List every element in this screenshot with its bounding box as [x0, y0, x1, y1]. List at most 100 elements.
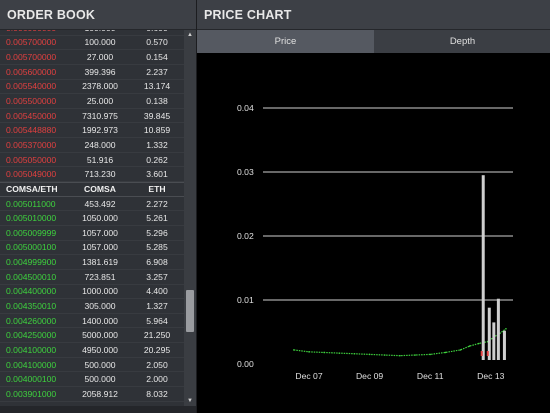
- ask-total: 0.138: [146, 96, 168, 107]
- price-point: [414, 354, 416, 356]
- bid-price: 0.003901000: [6, 388, 57, 399]
- bid-price: 0.004500010: [6, 271, 57, 282]
- bid-order-row[interactable]: 0.003901000 2058.912 8.032: [0, 387, 184, 402]
- price-series-line: [293, 328, 507, 357]
- price-point: [383, 354, 386, 356]
- bid-order-row[interactable]: 0.004500010 723.851 3.257: [0, 270, 184, 285]
- bid-order-row[interactable]: 0.005000100 1057.000 5.285: [0, 241, 184, 256]
- ask-amount: 27.000: [86, 52, 114, 63]
- bid-order-row[interactable]: 0.004350010 305.000 1.327: [0, 299, 184, 314]
- bid-total: 1.327: [146, 300, 168, 311]
- bid-amount: 500.000: [84, 374, 116, 385]
- price-point: [468, 345, 471, 347]
- bid-order-row[interactable]: 0.004400000 1000.000 4.400: [0, 285, 184, 300]
- x-tick-label: Dec 07: [295, 371, 322, 381]
- ask-order-row[interactable]: 0.005370000 248.000 1.332: [0, 138, 184, 153]
- ask-order-row[interactable]: 0.005700000 100.000 0.570: [0, 36, 184, 51]
- ask-order-row[interactable]: 0.005049000 713.230 3.601: [0, 167, 184, 183]
- bid-order-row[interactable]: 0.004260000 1400.000 5.964: [0, 314, 184, 329]
- bid-order-row[interactable]: 0.005011000 453.492 2.272: [0, 197, 184, 212]
- price-point: [459, 349, 462, 351]
- bid-order-row[interactable]: 0.004000100 500.000 2.000: [0, 372, 184, 388]
- ask-total: 0.262: [146, 154, 168, 165]
- ask-amount: 399.396: [84, 66, 116, 77]
- ask-amount: 100.000: [70, 30, 130, 33]
- ask-order-row[interactable]: 0.005500000 25.000 0.138: [0, 94, 184, 109]
- bid-order-row[interactable]: 0.004250000 5000.000 21.250: [0, 328, 184, 344]
- price-chart-title: PRICE CHART: [197, 0, 550, 30]
- scrollbar-thumb[interactable]: [186, 290, 194, 332]
- bid-amount: 2058.912: [82, 388, 118, 399]
- price-point: [338, 352, 341, 354]
- ask-amount: 100.000: [84, 37, 116, 48]
- price-chart-svg: 0.04 0.03 0.02 0.01 0.00 Dec 07 Dec 09 Dec 11 De…: [237, 103, 513, 381]
- price-point: [429, 353, 431, 356]
- bid-price: 0.004000100: [6, 374, 57, 385]
- tab-price[interactable]: Price: [197, 30, 374, 53]
- ask-price: 0.005370000: [6, 139, 57, 150]
- price-point: [293, 349, 295, 351]
- x-tick-label: Dec 11: [417, 371, 444, 381]
- ask-order-row[interactable]: 0.005448880 1992.973 10.859: [0, 123, 184, 139]
- ask-order-row[interactable]: 0.005050000 51.916 0.262: [0, 153, 184, 168]
- ask-total: 39.845: [143, 110, 171, 121]
- price-point: [399, 354, 401, 357]
- price-spike-bar: [492, 322, 496, 360]
- price-point: [477, 342, 480, 345]
- order-book-column-headers: COMSA/ETH COMSA ETH: [0, 182, 184, 197]
- price-chart[interactable]: 0.04 0.03 0.02 0.01 0.00 Dec 07 Dec 09 Dec 11 De…: [197, 53, 550, 413]
- bid-price: 0.004100000: [6, 344, 57, 355]
- ask-order-row[interactable]: 0.005450000 7310.975 39.845: [0, 109, 184, 124]
- bid-total: 5.285: [146, 242, 168, 253]
- ask-total: 13.174: [143, 81, 171, 92]
- bid-order-row[interactable]: 0.004100000 500.000 2.050: [0, 358, 184, 373]
- price-point: [444, 351, 447, 354]
- bid-order-row[interactable]: 0.004999900 1381.619 6.908: [0, 255, 184, 270]
- bid-price: 0.004999900: [6, 257, 57, 268]
- y-tick-label: 0.00: [237, 359, 254, 369]
- ask-price: 0.005600000: [6, 66, 57, 77]
- order-book-scrollbar[interactable]: ▲ ▼: [184, 30, 196, 406]
- bid-amount: 1000.000: [82, 286, 118, 297]
- bid-price: 0.004350010: [6, 300, 57, 311]
- bid-order-row[interactable]: 0.004100000 4950.000 20.295: [0, 343, 184, 358]
- ask-total: 10.859: [143, 125, 171, 136]
- bid-amount: 5000.000: [82, 330, 118, 341]
- tab-depth[interactable]: Depth: [374, 30, 550, 53]
- bid-order-row[interactable]: 0.005010000 1050.000 5.261: [0, 211, 184, 226]
- bid-total: 6.908: [146, 257, 168, 268]
- order-book-panel: ORDER BOOK 0.006000000100.0000.6000.0057…: [0, 0, 196, 413]
- y-tick-label: 0.02: [237, 231, 254, 241]
- bid-total: 8.032: [146, 388, 168, 399]
- ask-total: 1.332: [146, 139, 168, 150]
- ask-price: 0.005050000: [6, 154, 57, 165]
- ask-total: 0.600: [130, 30, 184, 33]
- bid-order-row[interactable]: 0.005009999 1057.000 5.296: [0, 226, 184, 241]
- scroll-down-arrow-icon[interactable]: ▼: [184, 396, 196, 406]
- ask-order-row[interactable]: 0.005540000 2378.000 13.174: [0, 80, 184, 95]
- header-amount: COMSA: [84, 184, 116, 195]
- ask-amount: 51.916: [86, 154, 114, 165]
- bid-price: 0.005011000: [6, 198, 56, 209]
- order-book-scroll-area[interactable]: 0.006000000100.0000.6000.005700000100.00…: [0, 30, 196, 406]
- bid-amount: 500.000: [84, 359, 116, 370]
- ask-amount: 2378.000: [82, 81, 118, 92]
- price-point: [353, 352, 356, 355]
- sell-marker: [486, 351, 489, 356]
- scroll-up-arrow-icon[interactable]: ▲: [184, 30, 196, 40]
- x-tick-label: Dec 13: [477, 371, 504, 381]
- bid-total: 5.261: [146, 213, 168, 224]
- price-spike-bar: [481, 175, 485, 360]
- ask-price: 0.005500000: [6, 96, 57, 107]
- bid-amount: 453.492: [84, 198, 116, 209]
- ask-price: 0.005448880: [6, 125, 57, 136]
- ask-amount: 713.230: [84, 169, 116, 180]
- ask-order-row[interactable]: 0.005600000 399.396 2.237: [0, 65, 184, 80]
- bid-amount: 1057.000: [82, 227, 118, 238]
- ask-order-row[interactable]: 0.005700000 27.000 0.154: [0, 50, 184, 65]
- price-point: [368, 353, 371, 356]
- ask-amount: 7310.975: [82, 110, 118, 121]
- bid-amount: 305.000: [84, 300, 116, 311]
- ask-price: 0.005540000: [6, 81, 57, 92]
- bid-total: 3.257: [146, 271, 168, 282]
